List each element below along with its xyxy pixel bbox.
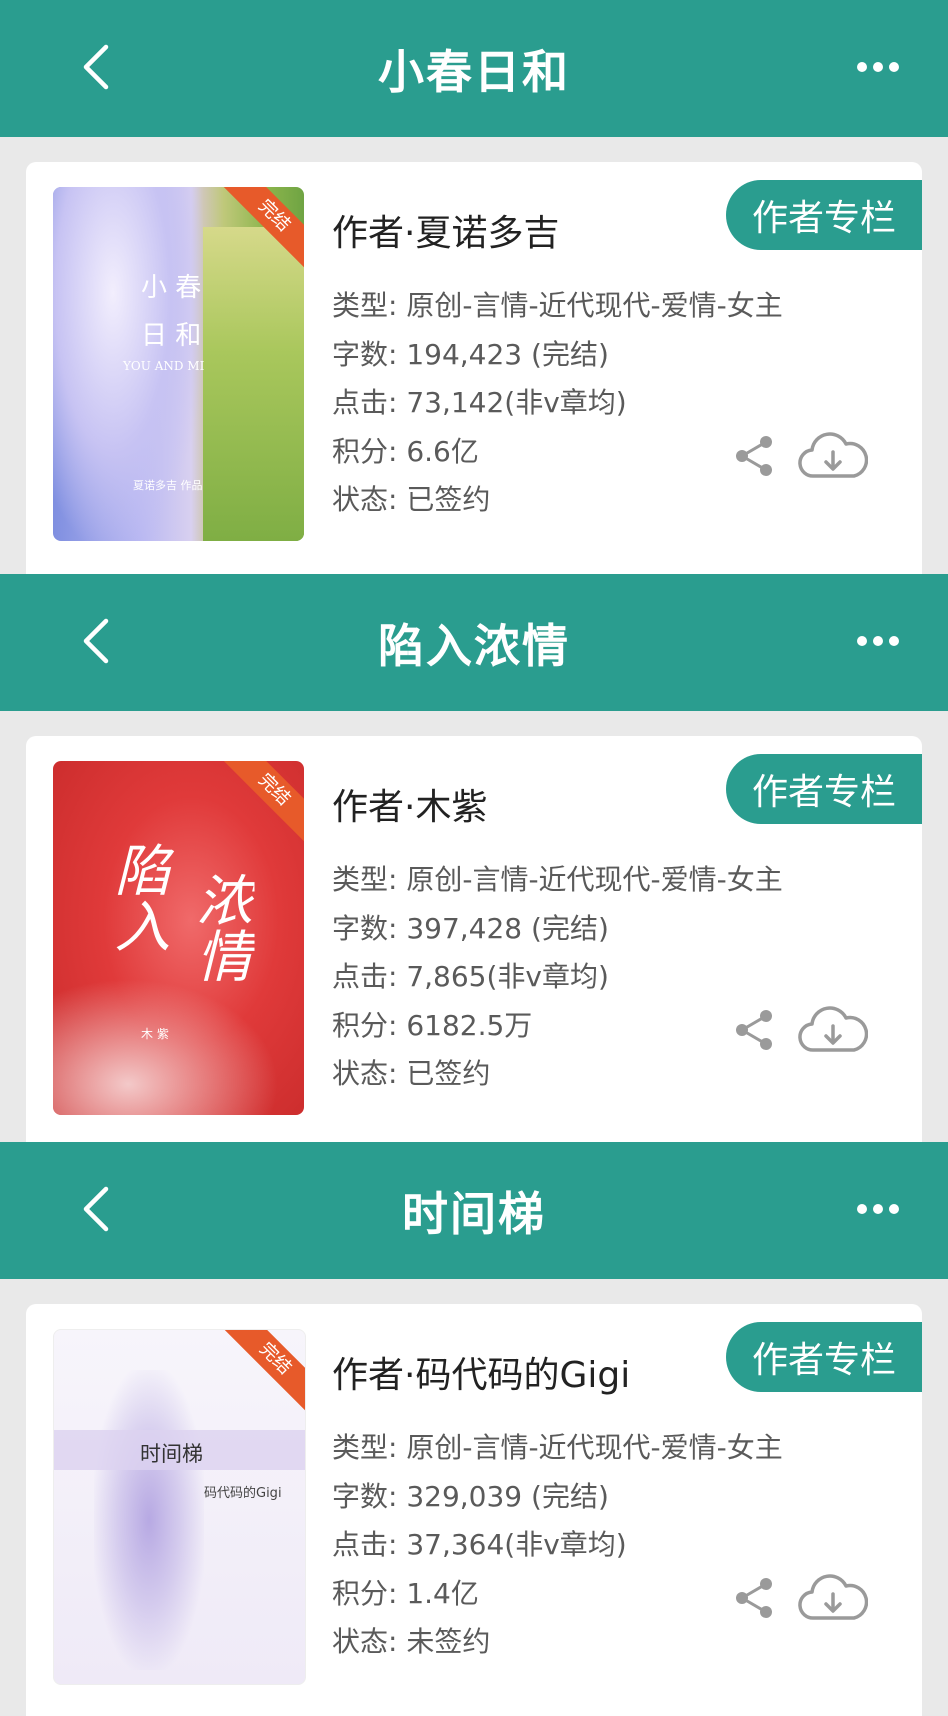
- click-count: 点击: 7,865(非v章均): [332, 960, 609, 993]
- book-section-2: 陷入浓情 陷入 浓情 木 紫 完结 作者·木紫 作者专栏 类型: 原创-言情-近…: [0, 574, 948, 1148]
- book-section-1: 小春日和 小 春 日 和 YOU AND MI 夏诺多吉 作品 完结 作者·夏诺…: [0, 0, 948, 574]
- book-type: 类型: 原创-言情-近代现代-爱情-女主: [332, 1431, 783, 1464]
- back-button[interactable]: [70, 616, 120, 666]
- book-info: 类型: 原创-言情-近代现代-爱情-女主 字数: 194,423 (完结) 点击…: [332, 282, 783, 525]
- cover-pattern: [53, 961, 304, 1115]
- word-count: 字数: 397,428 (完结): [332, 911, 609, 945]
- author-name[interactable]: 作者·码代码的Gigi: [332, 1346, 630, 1398]
- back-arrow-icon: [83, 618, 109, 664]
- book-section-3: 时间梯 时间梯 码代码的Gigi 完结 作者·码代码的Gigi 作者专栏 类型:…: [0, 1142, 948, 1716]
- book-card[interactable]: 时间梯 码代码的Gigi 完结 作者·码代码的Gigi 作者专栏 类型: 原创-…: [26, 1304, 922, 1716]
- author-name[interactable]: 作者·木紫: [332, 778, 487, 830]
- page-title: 时间梯: [402, 1186, 546, 1241]
- cloud-download-icon[interactable]: [798, 432, 868, 482]
- completed-badge: 完结: [220, 761, 304, 844]
- cover-lavender: [94, 1370, 204, 1670]
- book-cover[interactable]: 小 春 日 和 YOU AND MI 夏诺多吉 作品 完结: [53, 187, 304, 541]
- sign-status: 状态: 未签约: [332, 1625, 491, 1658]
- more-button[interactable]: [854, 50, 902, 84]
- book-info: 类型: 原创-言情-近代现代-爱情-女主 字数: 329,039 (完结) 点击…: [332, 1424, 783, 1667]
- more-dots-icon: [857, 1204, 899, 1214]
- more-button[interactable]: [854, 624, 902, 658]
- cover-author: 木 紫: [141, 1027, 169, 1041]
- book-type: 类型: 原创-言情-近代现代-爱情-女主: [332, 863, 783, 896]
- cover-author: 夏诺多吉 作品: [133, 479, 203, 492]
- cover-author: 码代码的Gigi: [204, 1486, 282, 1501]
- click-count: 点击: 73,142(非v章均): [332, 386, 627, 419]
- more-dots-icon: [857, 62, 899, 72]
- cover-title-line-2: 日 和: [141, 321, 202, 351]
- word-count: 字数: 194,423 (完结): [332, 337, 609, 371]
- cover-title-line-2: 浓情: [187, 871, 252, 983]
- page-title: 陷入浓情: [378, 618, 570, 673]
- cloud-download-icon[interactable]: [798, 1006, 868, 1056]
- score: 积分: 6.6亿: [332, 434, 479, 468]
- page-title: 小春日和: [378, 44, 570, 99]
- cover-trees: [203, 227, 304, 541]
- sign-status: 状态: 已签约: [332, 483, 491, 516]
- back-button[interactable]: [70, 1184, 120, 1234]
- cover-title-line-1: 陷入: [105, 841, 170, 953]
- click-count: 点击: 37,364(非v章均): [332, 1528, 627, 1561]
- more-dots-icon: [857, 636, 899, 646]
- book-card[interactable]: 陷入 浓情 木 紫 完结 作者·木紫 作者专栏 类型: 原创-言情-近代现代-爱…: [26, 736, 922, 1148]
- score: 积分: 6182.5万: [332, 1008, 533, 1042]
- cover-title-line-1: 小 春: [141, 273, 202, 303]
- sign-status: 状态: 已签约: [332, 1057, 491, 1090]
- share-icon[interactable]: [732, 434, 776, 478]
- author-column-button[interactable]: 作者专栏: [726, 754, 922, 824]
- book-card[interactable]: 小 春 日 和 YOU AND MI 夏诺多吉 作品 完结 作者·夏诺多吉 作者…: [26, 162, 922, 574]
- top-bar: 时间梯: [0, 1142, 948, 1279]
- more-button[interactable]: [854, 1192, 902, 1226]
- author-column-button[interactable]: 作者专栏: [726, 180, 922, 250]
- author-column-button[interactable]: 作者专栏: [726, 1322, 922, 1392]
- word-count: 字数: 329,039 (完结): [332, 1479, 609, 1513]
- book-cover[interactable]: 陷入 浓情 木 紫 完结: [53, 761, 304, 1115]
- author-name[interactable]: 作者·夏诺多吉: [332, 204, 559, 256]
- score: 积分: 1.4亿: [332, 1576, 479, 1610]
- top-bar: 小春日和: [0, 0, 948, 137]
- cover-subtitle: YOU AND MI: [123, 359, 205, 373]
- back-arrow-icon: [83, 44, 109, 90]
- share-icon[interactable]: [732, 1008, 776, 1052]
- top-bar: 陷入浓情: [0, 574, 948, 711]
- back-arrow-icon: [83, 1186, 109, 1232]
- book-cover[interactable]: 时间梯 码代码的Gigi 完结: [53, 1329, 306, 1685]
- cloud-download-icon[interactable]: [798, 1574, 868, 1624]
- book-type: 类型: 原创-言情-近代现代-爱情-女主: [332, 289, 783, 322]
- share-icon[interactable]: [732, 1576, 776, 1620]
- back-button[interactable]: [70, 42, 120, 92]
- cover-title-line-1: 时间梯: [140, 1442, 203, 1466]
- book-info: 类型: 原创-言情-近代现代-爱情-女主 字数: 397,428 (完结) 点击…: [332, 856, 783, 1099]
- completed-badge: 完结: [221, 1330, 305, 1413]
